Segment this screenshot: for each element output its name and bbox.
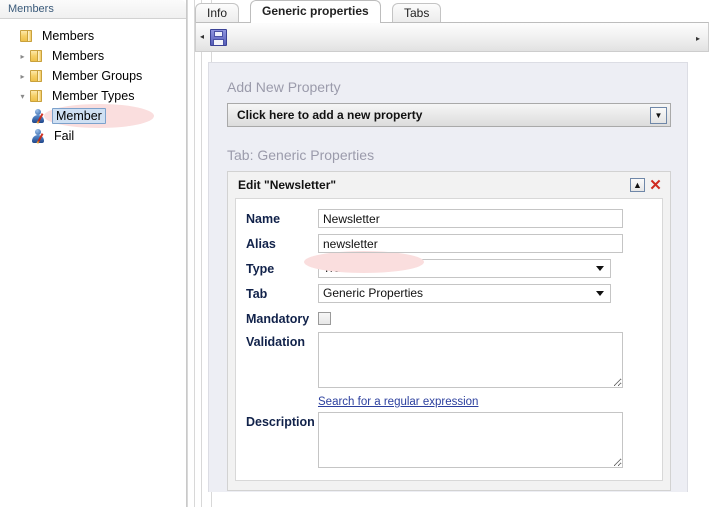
tab-generic-properties[interactable]: Generic properties (250, 0, 381, 23)
tab-label: Generic properties (262, 4, 369, 18)
add-new-property-heading: Add New Property (227, 79, 341, 95)
member-icon (31, 108, 48, 124)
tree-body: ▸ Members ▸ Members ▸ Member Groups ▾ (0, 19, 186, 146)
edit-panel-title: Edit "Newsletter" (238, 178, 337, 192)
members-tree-panel: Members ▸ Members ▸ Members ▸ Member Gro… (0, 0, 187, 507)
field-row-alias: Alias (246, 234, 652, 273)
tree-item-member-types[interactable]: ▾ Member Types (0, 86, 186, 106)
folder-icon (29, 48, 46, 64)
chevron-down-icon[interactable]: ▼ (650, 106, 667, 124)
field-row-validation: Validation (246, 332, 652, 388)
tab-tabs[interactable]: Tabs (392, 3, 442, 22)
tab-label: Tab (246, 287, 268, 301)
alias-input[interactable] (318, 234, 623, 253)
tree-item-label: Member Groups (52, 69, 143, 83)
chevron-down-icon (596, 291, 604, 296)
tree-toggle-icon: ▸ (6, 26, 19, 46)
type-select[interactable]: True/false (318, 259, 611, 278)
edit-property-form: Name Alias Type True/false Tab (235, 198, 663, 481)
folder-icon (19, 28, 36, 44)
mandatory-checkbox[interactable] (318, 312, 331, 325)
field-row-type: Type True/false (246, 259, 652, 278)
editor-toolbar: ◂ ▸ (195, 22, 709, 52)
regex-search-link[interactable]: Search for a regular expression (318, 396, 478, 408)
name-label: Name (246, 212, 281, 226)
field-row-tab: Tab Generic Properties (246, 284, 652, 303)
chevron-down-icon (596, 266, 604, 271)
save-icon[interactable] (210, 28, 227, 46)
validation-label: Validation (246, 335, 306, 349)
main-content-area: Info Generic properties Tabs ◂ ▸ Add New… (187, 0, 709, 507)
chevron-right-icon[interactable]: ▸ (16, 66, 29, 86)
field-row-mandatory: Mandatory (246, 309, 652, 326)
tab-info[interactable]: Info (195, 3, 240, 22)
member-icon (31, 128, 48, 144)
tree-item-label: Fail (54, 129, 75, 143)
tree-item-members-root[interactable]: ▸ Members (0, 26, 186, 46)
tree-item-members[interactable]: ▸ Members (0, 46, 186, 66)
description-textarea[interactable] (318, 412, 623, 468)
tab-select-value: Generic Properties (323, 286, 424, 300)
toolbar-scroll-left-icon[interactable]: ◂ (196, 33, 208, 41)
folder-icon (29, 68, 46, 84)
edit-panel-header: Edit "Newsletter" ▲ ✕ (235, 177, 663, 193)
description-label: Description (246, 415, 315, 429)
toolbar-scroll-right-icon[interactable]: ▸ (692, 35, 704, 43)
tab-select[interactable]: Generic Properties (318, 284, 611, 303)
type-label: Type (246, 262, 275, 276)
collapse-icon[interactable]: ▲ (630, 178, 645, 192)
field-row-description: Description (246, 412, 652, 468)
tree-panel-header: Members (0, 0, 186, 19)
tab-strip: Info Generic properties Tabs (195, 0, 709, 23)
chevron-right-icon[interactable]: ▸ (16, 46, 29, 66)
tree-item-label: Member Types (52, 89, 135, 103)
tree-item-member[interactable]: Member (0, 106, 186, 126)
tree-item-label-selected: Member (52, 108, 106, 124)
chevron-down-icon[interactable]: ▾ (16, 86, 29, 106)
tree-item-fail[interactable]: Fail (0, 126, 186, 146)
edit-property-panel: Edit "Newsletter" ▲ ✕ Name Alias Typ (227, 171, 671, 491)
add-new-property-dropdown[interactable]: Click here to add a new property ▼ (227, 103, 671, 127)
properties-content-card: Add New Property Click here to add a new… (208, 62, 688, 492)
tab-label: Info (207, 6, 228, 20)
field-row-name: Name (246, 209, 652, 228)
folder-icon (29, 88, 46, 104)
tree-item-label: Members (52, 49, 105, 63)
tab-generic-properties-heading: Tab: Generic Properties (227, 147, 375, 163)
edit-panel-buttons: ▲ ✕ (630, 178, 663, 193)
tree-item-label: Members (42, 29, 95, 43)
validation-textarea[interactable] (318, 332, 623, 388)
type-select-value: True/false (323, 261, 376, 275)
add-new-property-value: Click here to add a new property (237, 108, 423, 122)
alias-label: Alias (246, 237, 276, 251)
name-input[interactable] (318, 209, 623, 228)
tree-item-member-groups[interactable]: ▸ Member Groups (0, 66, 186, 86)
close-icon[interactable]: ✕ (648, 178, 663, 193)
mandatory-label: Mandatory (246, 312, 310, 326)
tab-label: Tabs (404, 6, 430, 20)
